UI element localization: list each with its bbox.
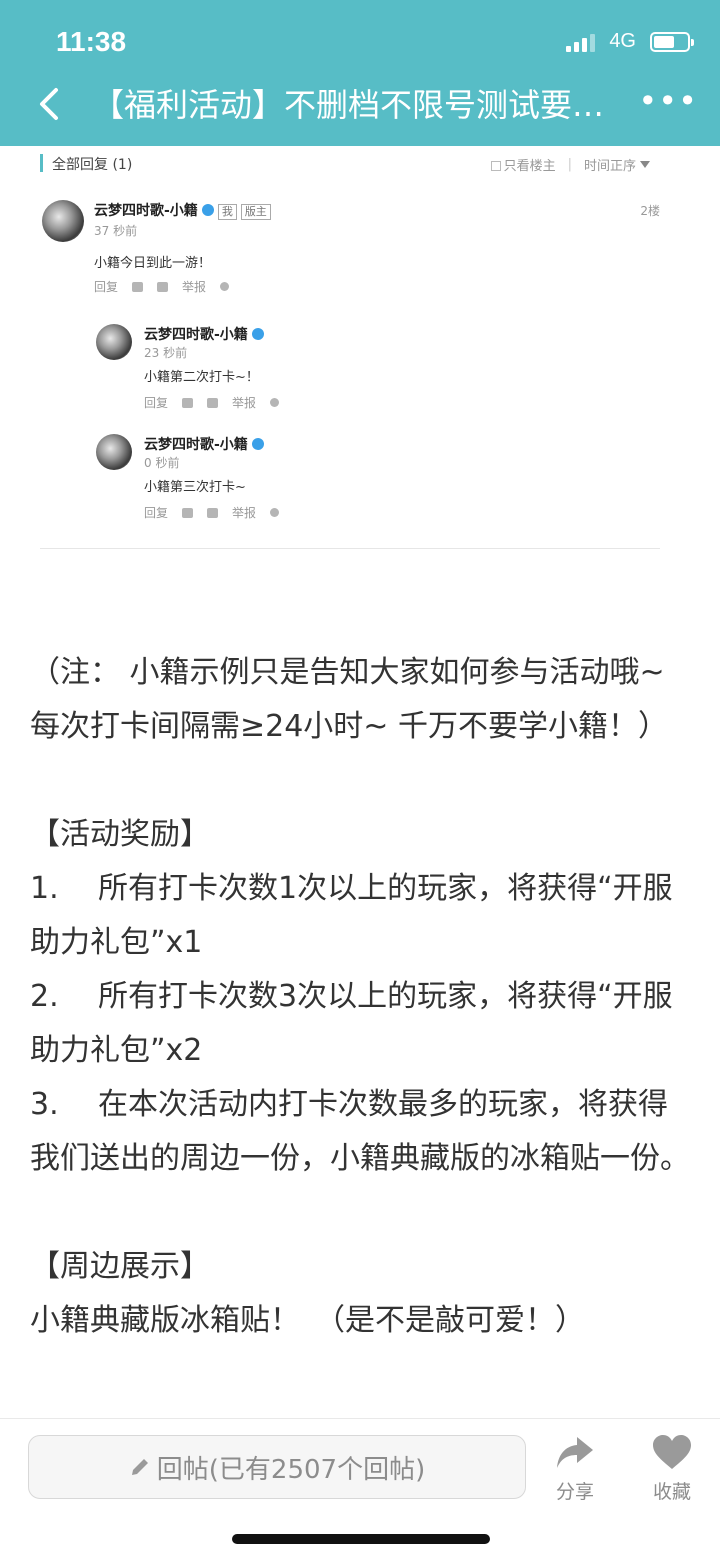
- verified-icon: [251, 328, 264, 340]
- comment-author: 云梦四时歌-小籍: [144, 434, 264, 454]
- reply-link: 回复: [144, 506, 169, 520]
- tag-moderator: 版主: [240, 204, 271, 220]
- comment-text: 小籍第二次打卡~！: [144, 370, 259, 385]
- pencil-icon: [131, 1459, 148, 1475]
- comment-text: 小籍今日到此一游！: [94, 256, 212, 271]
- divider: [40, 548, 660, 549]
- report-link: 举报: [232, 506, 257, 520]
- sort-filter: 时间正序: [584, 155, 650, 174]
- more-icon: [270, 398, 280, 407]
- comment-item: 云梦四时歌-小籍 23 秒前 小籍第二次打卡~！ 回复 举报: [96, 324, 656, 414]
- comment-author: 云梦四时歌-小籍我版主: [94, 200, 271, 220]
- checkbox-icon: [490, 161, 501, 171]
- post-content: （注： 小籍示例只是告知大家如何参与活动哦~ 每次打卡间隔需≥24小时~ 千万不…: [30, 646, 690, 1348]
- more-options-button[interactable]: •••: [638, 82, 698, 120]
- comments-count-title: 全部回复 (1): [52, 157, 133, 173]
- comments-header: 全部回复 (1) 只看楼主 | 时间正序: [40, 150, 660, 176]
- comment-item: 云梦四时歌-小籍 0 秒前 小籍第三次打卡~ 回复 举报: [96, 434, 656, 524]
- reply-input[interactable]: 回帖(已有2507个回帖): [28, 1435, 526, 1499]
- top-header: 11:38 4G 【福利活动】不删档不限号测试要… •••: [0, 0, 720, 146]
- reply-placeholder: 回帖(已有2507个回帖): [156, 1454, 426, 1485]
- chevron-left-icon: [40, 88, 58, 120]
- comment-time: 0 秒前: [144, 456, 180, 470]
- merch-line: 小籍典藏版冰箱贴！ （是不是敲可爱！）: [30, 1303, 585, 1338]
- reply-link: 回复: [144, 396, 169, 410]
- reward-item: 3. 在本次活动内打卡次数最多的玩家，将获得我们送出的周边一份，小籍典藏版的冰箱贴…: [30, 1087, 690, 1176]
- tag-me: 我: [217, 204, 237, 220]
- reply-link: 回复: [94, 280, 119, 294]
- avatar: [42, 200, 84, 242]
- comments-filter: 只看楼主 | 时间正序: [490, 155, 650, 174]
- comment-time: 23 秒前: [144, 346, 188, 360]
- comment-time: 37 秒前: [94, 224, 138, 238]
- like-icon: [182, 397, 194, 408]
- reward-heading: 【活动奖励】: [30, 817, 210, 852]
- back-button[interactable]: [30, 84, 70, 124]
- signal-icon: [566, 32, 596, 52]
- comment-item: 云梦四时歌-小籍我版主 37 秒前 小籍今日到此一游！ 回复 举报: [42, 200, 682, 300]
- verified-icon: [251, 438, 264, 450]
- collect-button[interactable]: 收藏: [637, 1435, 707, 1504]
- dropdown-icon: [640, 161, 650, 168]
- collect-label: 收藏: [652, 1481, 691, 1503]
- avatar: [96, 324, 132, 360]
- dislike-icon: [157, 281, 169, 292]
- only-op-filter: 只看楼主: [490, 155, 556, 174]
- like-icon: [132, 281, 144, 292]
- battery-icon: [650, 31, 694, 52]
- page-title: 【福利活动】不删档不限号测试要…: [92, 86, 605, 124]
- comment-text: 小籍第三次打卡~: [144, 480, 246, 495]
- floor-number: 2楼: [640, 204, 660, 218]
- heart-icon: [653, 1435, 691, 1469]
- reward-item: 2. 所有打卡次数3次以上的玩家，将获得“开服助力礼包”x2: [30, 979, 673, 1068]
- merch-heading: 【周边展示】: [30, 1249, 210, 1284]
- more-icon: [220, 282, 230, 291]
- avatar: [96, 434, 132, 470]
- share-icon: [557, 1437, 593, 1468]
- report-link: 举报: [232, 396, 257, 410]
- verified-icon: [201, 204, 214, 216]
- dislike-icon: [207, 397, 219, 408]
- share-button[interactable]: 分享: [540, 1435, 610, 1504]
- home-indicator[interactable]: [232, 1534, 490, 1544]
- network-type: 4G: [609, 30, 636, 52]
- report-link: 举报: [182, 280, 207, 294]
- share-label: 分享: [555, 1481, 594, 1503]
- status-time: 11:38: [56, 26, 127, 57]
- header-accent-bar: [40, 154, 43, 172]
- dislike-icon: [207, 507, 219, 518]
- comment-actions: 回复 举报: [94, 278, 230, 295]
- more-icon: [270, 508, 280, 517]
- like-icon: [182, 507, 194, 518]
- status-indicators: 4G: [566, 30, 694, 53]
- embedded-comment-screenshot: 全部回复 (1) 只看楼主 | 时间正序 云梦四时歌-小籍我版主 37 秒前 小…: [30, 146, 690, 556]
- comment-actions: 回复 举报: [144, 504, 280, 521]
- comment-actions: 回复 举报: [144, 394, 280, 411]
- reward-item: 1. 所有打卡次数1次以上的玩家，将获得“开服助力礼包”x1: [30, 871, 673, 960]
- note-paragraph: （注： 小籍示例只是告知大家如何参与活动哦~ 每次打卡间隔需≥24小时~ 千万不…: [30, 655, 668, 744]
- comment-author: 云梦四时歌-小籍: [144, 324, 264, 344]
